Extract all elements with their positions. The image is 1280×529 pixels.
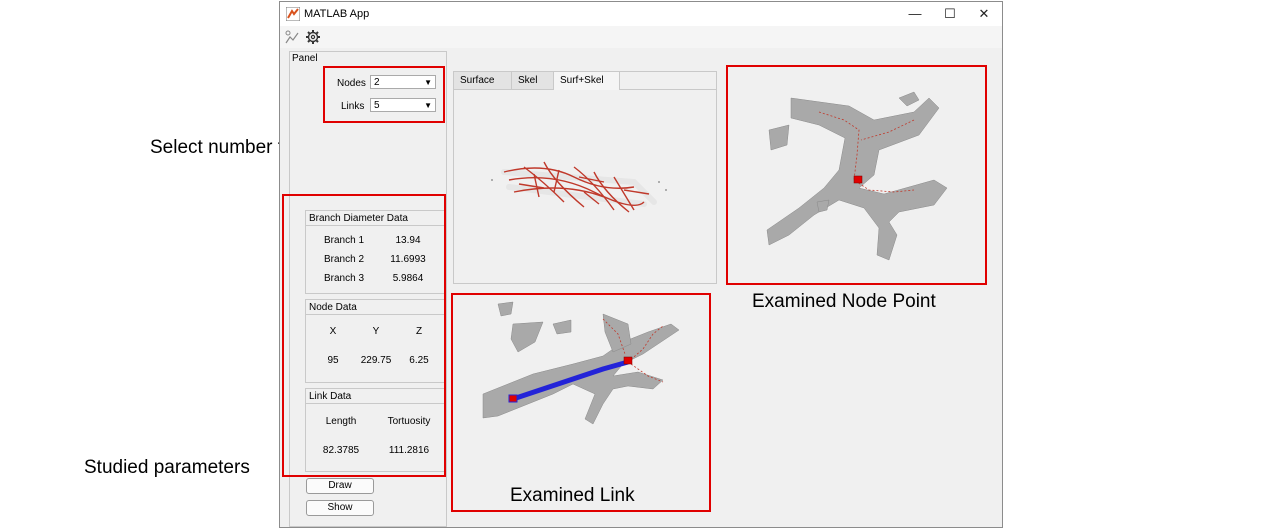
maximize-button[interactable]: ☐ [935, 4, 965, 24]
matlab-icon [286, 7, 300, 21]
node-point-highlight-box [726, 65, 987, 285]
show-button[interactable]: Show [306, 500, 374, 516]
gear-icon[interactable] [305, 29, 321, 45]
draw-button[interactable]: Draw [306, 478, 374, 494]
skeleton-overview-plot [491, 161, 667, 213]
title-bar: MATLAB App — ☐ ✕ [280, 2, 1002, 26]
tab-surf-skel[interactable]: Surf+Skel [554, 72, 620, 90]
parameters-highlight-box [282, 194, 446, 477]
plot-tool-icon[interactable] [284, 29, 300, 45]
tab-skel[interactable]: Skel [512, 72, 554, 90]
link-highlight-box: Examined Link [451, 293, 711, 512]
tab-surface[interactable]: Surface [454, 72, 512, 90]
toolbar [280, 26, 1002, 48]
view-tab-group: Surface Skel Surf+Skel [453, 71, 717, 284]
panel-title: Panel [292, 53, 318, 64]
close-button[interactable]: ✕ [969, 4, 999, 24]
minimize-button[interactable]: — [900, 4, 930, 24]
studied-parameters-annotation: Studied parameters [84, 457, 250, 478]
examined-node-point-annotation: Examined Node Point [752, 291, 936, 312]
tab-strip-filler [620, 72, 716, 90]
examined-link-annotation: Examined Link [510, 485, 635, 506]
selection-highlight-box [323, 66, 445, 123]
window-title: MATLAB App [304, 8, 370, 20]
